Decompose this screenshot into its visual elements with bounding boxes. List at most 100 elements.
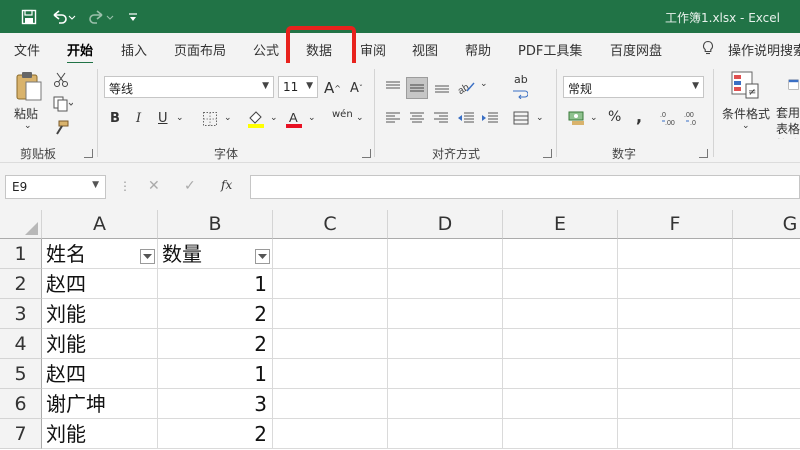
cell-a2[interactable]: 赵四 bbox=[42, 269, 158, 299]
align-center-icon[interactable] bbox=[408, 109, 426, 127]
fill-color-dropdown-icon[interactable]: ⌄ bbox=[270, 113, 278, 123]
decrease-indent-icon[interactable] bbox=[456, 109, 476, 127]
cell-b3[interactable]: 2 bbox=[158, 299, 273, 329]
row-header-5[interactable]: 5 bbox=[0, 359, 42, 389]
cell-c4[interactable] bbox=[273, 329, 388, 359]
borders-icon[interactable] bbox=[200, 110, 220, 128]
tab-baidu-netdisk[interactable]: 百度网盘 bbox=[610, 40, 662, 59]
borders-dropdown-icon[interactable]: ⌄ bbox=[224, 113, 232, 123]
tab-view[interactable]: 视图 bbox=[412, 40, 438, 59]
cell-b4[interactable]: 2 bbox=[158, 329, 273, 359]
font-launcher-icon[interactable] bbox=[362, 149, 371, 158]
row-header-3[interactable]: 3 bbox=[0, 299, 42, 329]
cut-icon[interactable] bbox=[52, 71, 70, 89]
select-all-button[interactable] bbox=[0, 210, 42, 239]
cell-d3[interactable] bbox=[388, 299, 503, 329]
cell-f7[interactable] bbox=[618, 419, 733, 449]
formula-input[interactable] bbox=[250, 175, 800, 199]
row-header-2[interactable]: 2 bbox=[0, 269, 42, 299]
cell-c3[interactable] bbox=[273, 299, 388, 329]
row-header-4[interactable]: 4 bbox=[0, 329, 42, 359]
cell-a7[interactable]: 刘能 bbox=[42, 419, 158, 449]
align-left-icon[interactable] bbox=[384, 109, 402, 127]
cell-g5[interactable] bbox=[733, 359, 800, 389]
merge-center-icon[interactable] bbox=[512, 109, 530, 127]
cell-b2[interactable]: 1 bbox=[158, 269, 273, 299]
cell-d2[interactable] bbox=[388, 269, 503, 299]
cell-e1[interactable] bbox=[503, 239, 618, 269]
font-color-icon[interactable]: A bbox=[284, 108, 304, 130]
fill-color-icon[interactable] bbox=[246, 108, 266, 130]
chevron-down-icon[interactable]: ▼ bbox=[92, 180, 99, 190]
cell-f3[interactable] bbox=[618, 299, 733, 329]
align-top-icon[interactable] bbox=[383, 77, 403, 97]
conditional-formatting-dropdown-icon[interactable]: ⌄ bbox=[742, 121, 750, 131]
row-header-7[interactable]: 7 bbox=[0, 419, 42, 449]
number-format-combo[interactable]: 常规 ▼ bbox=[563, 76, 704, 98]
tab-review[interactable]: 审阅 bbox=[360, 40, 386, 59]
tab-pdf-tools[interactable]: PDF工具集 bbox=[518, 40, 582, 59]
row-header-6[interactable]: 6 bbox=[0, 389, 42, 419]
wrap-text-icon[interactable] bbox=[512, 89, 528, 99]
tell-me-search[interactable]: 操作说明搜索 bbox=[728, 40, 800, 59]
cell-e7[interactable] bbox=[503, 419, 618, 449]
cell-g6[interactable] bbox=[733, 389, 800, 419]
cell-e6[interactable] bbox=[503, 389, 618, 419]
align-right-icon[interactable] bbox=[432, 109, 450, 127]
format-as-table-icon[interactable] bbox=[788, 69, 800, 101]
cell-c5[interactable] bbox=[273, 359, 388, 389]
cell-a4[interactable]: 刘能 bbox=[42, 329, 158, 359]
column-header-d[interactable]: D bbox=[388, 210, 503, 239]
cell-c1[interactable] bbox=[273, 239, 388, 269]
cell-b5[interactable]: 1 bbox=[158, 359, 273, 389]
cell-b7[interactable]: 2 bbox=[158, 419, 273, 449]
cell-d4[interactable] bbox=[388, 329, 503, 359]
column-header-c[interactable]: C bbox=[273, 210, 388, 239]
tab-help[interactable]: 帮助 bbox=[465, 40, 491, 59]
tab-insert[interactable]: 插入 bbox=[121, 40, 147, 59]
column-header-g[interactable]: G bbox=[733, 210, 800, 239]
accounting-dropdown-icon[interactable]: ⌄ bbox=[590, 113, 598, 123]
cell-g2[interactable] bbox=[733, 269, 800, 299]
clipboard-launcher-icon[interactable] bbox=[84, 149, 93, 158]
merge-dropdown-icon[interactable]: ⌄ bbox=[536, 113, 544, 123]
tab-page-layout[interactable]: 页面布局 bbox=[174, 40, 226, 59]
paste-icon[interactable] bbox=[12, 69, 46, 103]
conditional-formatting-icon[interactable]: ≠ bbox=[728, 69, 762, 101]
cell-d6[interactable] bbox=[388, 389, 503, 419]
redo-icon[interactable] bbox=[86, 7, 116, 27]
shrink-font-icon[interactable]: Aˇ bbox=[350, 81, 363, 96]
underline-button[interactable]: U bbox=[158, 111, 168, 126]
increase-decimal-icon[interactable]: .0.00 bbox=[660, 109, 678, 127]
accounting-format-icon[interactable] bbox=[566, 109, 588, 127]
comma-style-button[interactable]: , bbox=[636, 107, 642, 126]
cell-d5[interactable] bbox=[388, 359, 503, 389]
increase-indent-icon[interactable] bbox=[480, 109, 500, 127]
column-header-f[interactable]: F bbox=[618, 210, 733, 239]
phonetic-guide-button[interactable]: wén bbox=[332, 109, 353, 120]
cell-e5[interactable] bbox=[503, 359, 618, 389]
cell-a6[interactable]: 谢广坤 bbox=[42, 389, 158, 419]
orientation-icon[interactable]: ab bbox=[456, 75, 478, 97]
font-name-combo[interactable]: 等线 ▼ bbox=[104, 76, 274, 98]
underline-dropdown-icon[interactable]: ⌄ bbox=[176, 113, 184, 123]
alignment-launcher-icon[interactable] bbox=[543, 149, 552, 158]
cell-a3[interactable]: 刘能 bbox=[42, 299, 158, 329]
customize-icon[interactable] bbox=[126, 7, 140, 27]
cell-c2[interactable] bbox=[273, 269, 388, 299]
align-bottom-icon[interactable] bbox=[432, 77, 452, 97]
paste-button[interactable]: 粘贴 bbox=[14, 105, 38, 122]
cell-e3[interactable] bbox=[503, 299, 618, 329]
cell-b6[interactable]: 3 bbox=[158, 389, 273, 419]
name-box[interactable]: E9 ▼ bbox=[5, 175, 106, 199]
cancel-icon[interactable]: ✕ bbox=[148, 178, 160, 194]
column-header-e[interactable]: E bbox=[503, 210, 618, 239]
filter-dropdown-b[interactable] bbox=[255, 249, 270, 264]
cell-e4[interactable] bbox=[503, 329, 618, 359]
decrease-decimal-icon[interactable]: .00.0 bbox=[684, 109, 702, 127]
wrap-text-button[interactable]: ab bbox=[514, 73, 528, 86]
enter-icon[interactable]: ✓ bbox=[184, 178, 196, 194]
cell-a5[interactable]: 赵四 bbox=[42, 359, 158, 389]
cell-c6[interactable] bbox=[273, 389, 388, 419]
align-middle-icon[interactable] bbox=[406, 77, 428, 99]
